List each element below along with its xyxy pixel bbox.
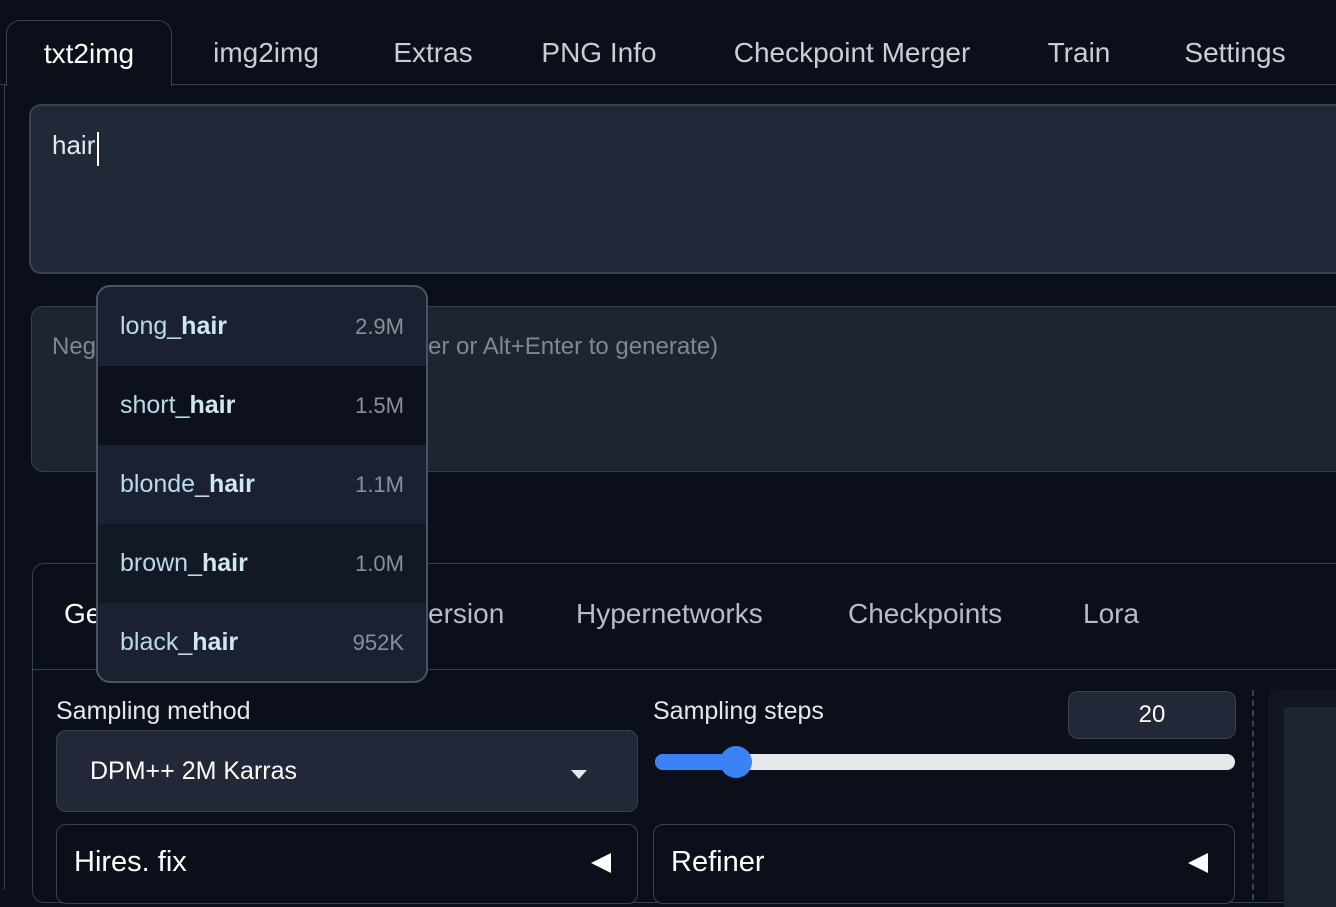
autocomplete-item[interactable]: black_hair 952K (98, 603, 426, 681)
tab-settings[interactable]: Settings (1164, 20, 1306, 86)
slider-thumb[interactable] (720, 746, 753, 778)
autocomplete-count: 952K (352, 629, 404, 655)
autocomplete-item[interactable]: short_hair 1.5M (98, 366, 426, 445)
tab-png-info[interactable]: PNG Info (524, 20, 674, 86)
autocomplete-tag: short_hair (120, 391, 236, 419)
autocomplete-count: 1.5M (355, 392, 404, 418)
autocomplete-item[interactable]: long_hair 2.9M (98, 287, 426, 366)
negative-prompt-placeholder-start: Neg (52, 333, 97, 360)
column-divider (1252, 690, 1254, 900)
autocomplete-item[interactable]: blonde_hair 1.1M (98, 445, 426, 524)
autocomplete-item[interactable]: brown_hair 1.0M (98, 524, 426, 603)
autocomplete-count: 2.9M (355, 313, 404, 339)
tab-train[interactable]: Train (1030, 20, 1128, 86)
tab-txt2img[interactable]: txt2img (6, 20, 172, 86)
collapse-arrow-icon[interactable] (591, 853, 611, 873)
refiner-label: Refiner (671, 846, 765, 878)
autocomplete-count: 1.0M (355, 550, 404, 576)
panel-left-border (4, 84, 5, 890)
sampling-method-value: DPM++ 2M Karras (90, 757, 298, 785)
autocomplete-count: 1.1M (355, 471, 404, 497)
tab-extras[interactable]: Extras (378, 20, 488, 86)
output-gallery (1284, 707, 1336, 907)
text-caret (97, 132, 99, 166)
autocomplete-tag: black_hair (120, 628, 239, 656)
subtab-lora[interactable]: Lora (1083, 598, 1139, 630)
tab-img2img[interactable]: img2img (190, 20, 342, 86)
autocomplete-tag: brown_hair (120, 549, 248, 577)
subtab-hypernetworks[interactable]: Hypernetworks (576, 598, 763, 630)
hires-fix-label: Hires. fix (74, 846, 187, 878)
tab-checkpoint-merger[interactable]: Checkpoint Merger (712, 20, 992, 86)
collapse-arrow-icon[interactable] (1188, 853, 1208, 873)
subtab-textual-inversion[interactable]: ersion (428, 598, 504, 630)
autocomplete-popup: long_hair 2.9M short_hair 1.5M blonde_ha… (96, 285, 428, 683)
negative-prompt-placeholder-end: er or Alt+Enter to generate) (428, 333, 719, 360)
sampling-steps-input[interactable]: 20 (1068, 691, 1236, 739)
subtab-checkpoints[interactable]: Checkpoints (848, 598, 1002, 630)
prompt-textarea[interactable] (29, 104, 1336, 274)
chevron-down-icon[interactable] (571, 770, 587, 779)
sampling-steps-label: Sampling steps (653, 697, 824, 725)
autocomplete-tag: long_hair (120, 312, 228, 340)
autocomplete-tag: blonde_hair (120, 470, 255, 498)
prompt-text: hair (52, 130, 96, 160)
sampling-method-label: Sampling method (56, 697, 251, 725)
